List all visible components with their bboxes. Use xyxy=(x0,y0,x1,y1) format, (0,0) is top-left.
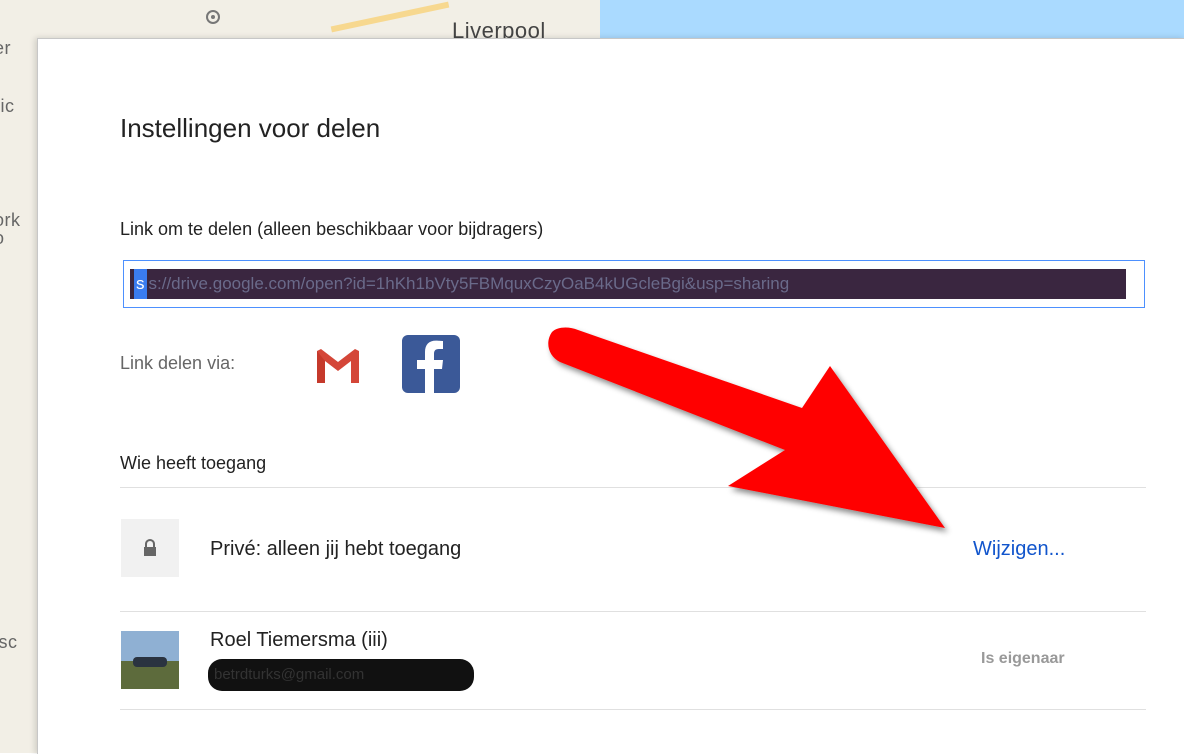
avatar xyxy=(121,631,179,689)
change-access-link[interactable]: Wijzigen... xyxy=(973,538,1065,561)
user-role: Is eigenaar xyxy=(981,650,1065,667)
map-side-label: er xyxy=(0,38,12,58)
dialog-title: Instellingen voor delen xyxy=(120,113,381,143)
divider xyxy=(120,611,1146,612)
share-via-label: Link delen via: xyxy=(120,353,236,373)
user-email: betrdturks@gmail.com xyxy=(208,659,474,691)
lock-icon xyxy=(121,519,179,577)
access-status-text: Privé: alleen jij hebt toegang xyxy=(210,538,462,560)
divider xyxy=(120,709,1146,710)
gmail-icon[interactable] xyxy=(315,343,361,387)
facebook-icon[interactable] xyxy=(402,335,460,393)
annotation-arrow-icon xyxy=(548,327,945,528)
share-link-label: Link om te delen (alleen beschikbaar voo… xyxy=(120,219,544,239)
text-cursor: s xyxy=(134,269,147,299)
map-road xyxy=(330,1,450,33)
map-side-label: isc xyxy=(0,632,18,652)
map-water xyxy=(600,0,1184,40)
map-side-label: ric xyxy=(0,96,15,116)
who-has-access-heading: Wie heeft toegang xyxy=(120,453,267,473)
user-name: Roel Tiemersma (iii) xyxy=(210,629,388,651)
map-place-icon xyxy=(206,10,220,24)
map-side-label: o xyxy=(0,228,5,249)
